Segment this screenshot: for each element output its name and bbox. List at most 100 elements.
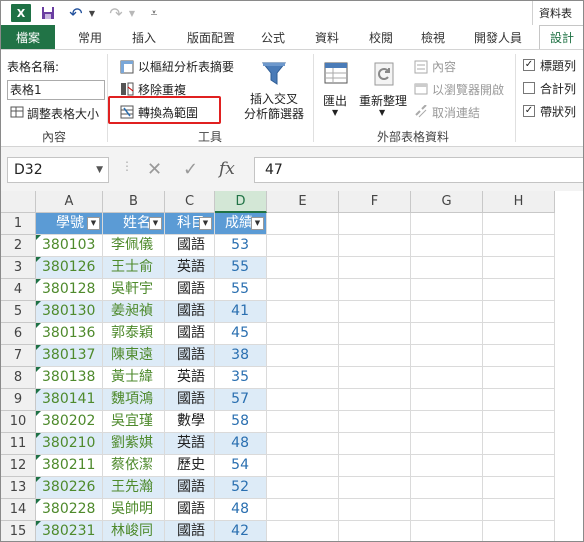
- empty-cell[interactable]: [411, 389, 483, 411]
- table-cell[interactable]: 數學: [165, 411, 215, 433]
- table-cell[interactable]: 劉紫娸: [103, 433, 165, 455]
- empty-cell[interactable]: [339, 411, 411, 433]
- empty-cell[interactable]: [267, 213, 339, 235]
- empty-cell[interactable]: [411, 301, 483, 323]
- table-cell[interactable]: 52: [215, 477, 267, 499]
- table-cell[interactable]: 53: [215, 235, 267, 257]
- empty-cell[interactable]: [483, 411, 555, 433]
- table-cell[interactable]: 國語: [165, 499, 215, 521]
- table-cell[interactable]: 英語: [165, 367, 215, 389]
- empty-cell[interactable]: [339, 323, 411, 345]
- table-cell[interactable]: 國語: [165, 521, 215, 541]
- table-cell[interactable]: 48: [215, 433, 267, 455]
- customize-qat-icon[interactable]: ⩡: [147, 3, 161, 23]
- table-cell[interactable]: 45: [215, 323, 267, 345]
- empty-cell[interactable]: [339, 477, 411, 499]
- empty-cell[interactable]: [267, 411, 339, 433]
- table-cell[interactable]: 陳東遠: [103, 345, 165, 367]
- empty-cell[interactable]: [411, 367, 483, 389]
- empty-cell[interactable]: [411, 433, 483, 455]
- empty-cell[interactable]: [483, 367, 555, 389]
- insert-slicer-button[interactable]: 插入交叉 分析篩選器: [241, 92, 307, 122]
- column-header-h[interactable]: H: [483, 191, 555, 213]
- column-header-b[interactable]: B: [103, 191, 165, 213]
- table-cell[interactable]: 380126: [36, 257, 103, 279]
- filter-dropdown-icon[interactable]: ▼: [199, 217, 212, 230]
- table-cell[interactable]: 54: [215, 455, 267, 477]
- empty-cell[interactable]: [483, 345, 555, 367]
- table-cell[interactable]: 林峻同: [103, 521, 165, 541]
- table-cell[interactable]: 國語: [165, 323, 215, 345]
- tab-insert[interactable]: 插入: [121, 25, 167, 49]
- table-cell[interactable]: 57: [215, 389, 267, 411]
- empty-cell[interactable]: [483, 213, 555, 235]
- empty-cell[interactable]: [411, 521, 483, 541]
- empty-cell[interactable]: [411, 499, 483, 521]
- empty-cell[interactable]: [483, 389, 555, 411]
- export-dropdown-icon[interactable]: ▼: [332, 108, 338, 117]
- table-cell[interactable]: 380130: [36, 301, 103, 323]
- tab-design[interactable]: 設計: [539, 25, 583, 49]
- row-header-3[interactable]: 3: [1, 257, 36, 279]
- empty-cell[interactable]: [267, 389, 339, 411]
- column-header-g[interactable]: G: [411, 191, 483, 213]
- empty-cell[interactable]: [339, 455, 411, 477]
- table-cell[interactable]: 380231: [36, 521, 103, 541]
- empty-cell[interactable]: [339, 345, 411, 367]
- enter-icon[interactable]: ✓: [183, 159, 198, 180]
- name-box-dropdown-icon[interactable]: ▼: [96, 158, 103, 182]
- empty-cell[interactable]: [267, 279, 339, 301]
- cancel-icon[interactable]: ✕: [147, 159, 162, 180]
- filter-dropdown-icon[interactable]: ▼: [87, 217, 100, 230]
- table-cell[interactable]: 黃士緯: [103, 367, 165, 389]
- total-row-checkbox[interactable]: [523, 82, 535, 94]
- empty-cell[interactable]: [483, 521, 555, 541]
- table-cell[interactable]: 國語: [165, 389, 215, 411]
- empty-cell[interactable]: [339, 499, 411, 521]
- empty-cell[interactable]: [411, 257, 483, 279]
- header-row-checkbox[interactable]: ✓: [523, 59, 535, 71]
- undo-icon[interactable]: ↶: [67, 3, 85, 23]
- table-cell[interactable]: 58: [215, 411, 267, 433]
- empty-cell[interactable]: [267, 477, 339, 499]
- empty-cell[interactable]: [267, 235, 339, 257]
- table-cell[interactable]: 380128: [36, 279, 103, 301]
- save-icon[interactable]: [39, 3, 57, 23]
- table-cell[interactable]: 380211: [36, 455, 103, 477]
- row-header-14[interactable]: 14: [1, 499, 36, 521]
- empty-cell[interactable]: [339, 213, 411, 235]
- table-name-input[interactable]: 表格1: [7, 80, 105, 100]
- banded-rows-checkbox[interactable]: ✓: [523, 105, 535, 117]
- table-cell[interactable]: 380103: [36, 235, 103, 257]
- column-header-d[interactable]: D: [215, 191, 267, 213]
- table-cell[interactable]: 郭泰穎: [103, 323, 165, 345]
- table-cell[interactable]: 蔡依潔: [103, 455, 165, 477]
- table-cell[interactable]: 380138: [36, 367, 103, 389]
- table-cell[interactable]: 48: [215, 499, 267, 521]
- filter-dropdown-icon[interactable]: ▼: [149, 217, 162, 230]
- empty-cell[interactable]: [267, 323, 339, 345]
- tab-developer[interactable]: 開發人員: [465, 25, 531, 49]
- empty-cell[interactable]: [411, 213, 483, 235]
- empty-cell[interactable]: [267, 433, 339, 455]
- empty-cell[interactable]: [483, 477, 555, 499]
- empty-cell[interactable]: [267, 301, 339, 323]
- row-header-10[interactable]: 10: [1, 411, 36, 433]
- empty-cell[interactable]: [267, 345, 339, 367]
- refresh-button[interactable]: 重新整理: [359, 92, 407, 109]
- spreadsheet-grid[interactable]: A B C D E F G H 1 2 3 4 5 6 7 8 9 10 11 12 13 14 15 學號 ▼ 姓名 ▼ 科目 ▼ 成績…: [1, 191, 583, 541]
- empty-cell[interactable]: [411, 455, 483, 477]
- row-header-7[interactable]: 7: [1, 345, 36, 367]
- insert-function-icon[interactable]: fx: [219, 159, 235, 179]
- column-header-e[interactable]: E: [267, 191, 339, 213]
- empty-cell[interactable]: [339, 257, 411, 279]
- tab-data[interactable]: 資料: [307, 25, 347, 49]
- table-cell[interactable]: 55: [215, 279, 267, 301]
- row-header-4[interactable]: 4: [1, 279, 36, 301]
- table-cell[interactable]: 英語: [165, 257, 215, 279]
- row-header-9[interactable]: 9: [1, 389, 36, 411]
- table-cell[interactable]: 吳軒宇: [103, 279, 165, 301]
- table-cell[interactable]: 王先瀚: [103, 477, 165, 499]
- filter-dropdown-icon[interactable]: ▼: [251, 217, 264, 230]
- export-button[interactable]: 匯出: [323, 92, 347, 109]
